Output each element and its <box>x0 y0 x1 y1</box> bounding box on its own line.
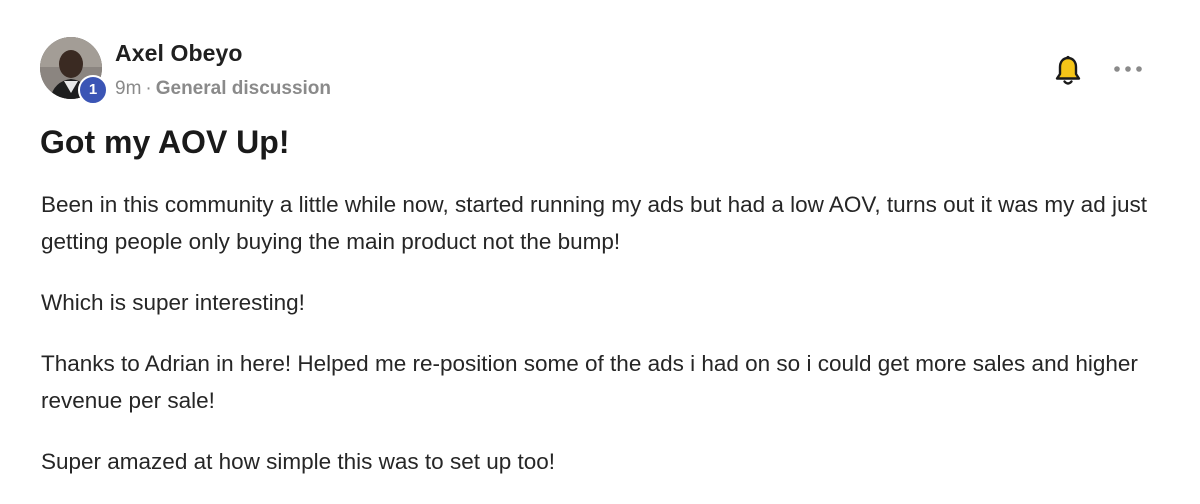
meta-separator: · <box>145 78 152 99</box>
post-paragraph: Which is super interesting! <box>41 290 305 315</box>
post-paragraph: Super amazed at how simple this was to s… <box>41 449 556 474</box>
post-card: 1 Axel Obeyo 9m · General discussion Got m… <box>0 0 1200 503</box>
avatar[interactable]: 1 <box>40 37 108 105</box>
post-body: Been in this community a little while no… <box>41 186 1161 504</box>
author-name[interactable]: Axel Obeyo <box>115 40 243 67</box>
post-meta: 9m · General discussion <box>115 78 331 100</box>
post-paragraph: Thanks to Adrian in here! Helped me re-p… <box>41 351 1138 413</box>
level-badge: 1 <box>78 75 108 105</box>
post-time: 9m <box>115 78 142 99</box>
post-paragraph: Been in this community a little while no… <box>41 192 1147 254</box>
more-options-icon[interactable] <box>1113 62 1143 76</box>
post-title: Got my AOV Up! <box>40 124 290 160</box>
category-link[interactable]: General discussion <box>156 78 331 99</box>
bell-icon[interactable] <box>1054 55 1082 87</box>
